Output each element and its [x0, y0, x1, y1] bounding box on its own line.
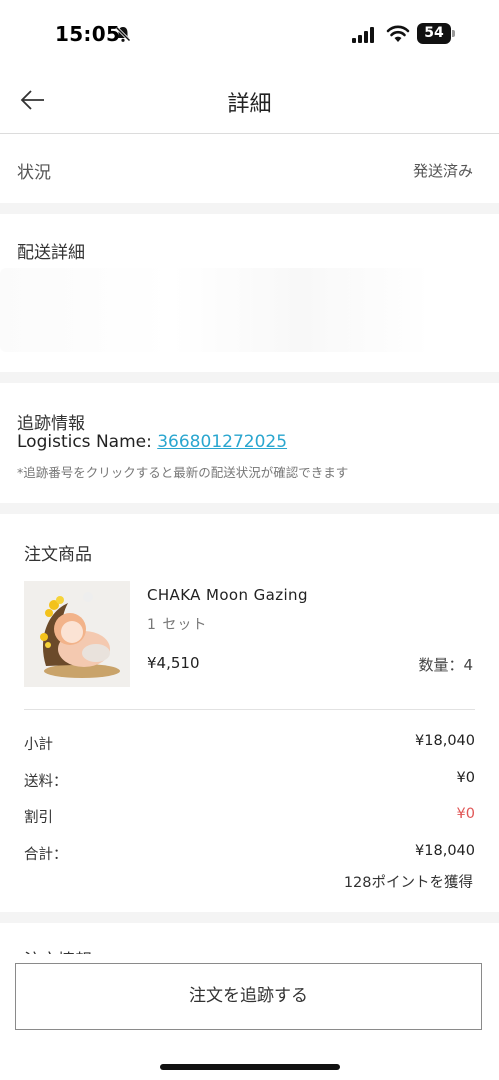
product-price: ¥4,510: [147, 654, 200, 672]
product-quantity: 数量：4: [418, 656, 473, 674]
signal-icon: [352, 27, 374, 43]
shipping-label: 送料：: [24, 774, 68, 790]
logistics-line: Logistics Name: 366801272025: [17, 432, 287, 452]
battery-level: 54: [417, 23, 451, 44]
tracking-note: *追跡番号をクリックすると最新の配送状況が確認できます: [17, 465, 349, 480]
battery-icon: 54: [417, 23, 455, 44]
product-variant: 1 セット: [147, 617, 208, 633]
shipping-row: 送料： ¥0: [24, 770, 475, 792]
total-row: 合計： ¥18,040: [24, 843, 475, 865]
total-label: 合計：: [24, 847, 68, 863]
product-image[interactable]: [24, 581, 130, 687]
section-divider: [0, 372, 499, 383]
tracking-title: 追跡情報: [17, 414, 85, 434]
tracking-number-link[interactable]: 366801272025: [157, 432, 287, 452]
discount-value: ¥0: [456, 806, 475, 822]
shipping-value: ¥0: [456, 770, 475, 786]
nav-bar: 詳細: [0, 66, 499, 134]
redacted-address: [0, 268, 430, 352]
tracking-section: 追跡情報 Logistics Name: 366801272025 *追跡番号を…: [0, 383, 499, 503]
logistics-label: Logistics Name:: [17, 432, 158, 452]
discount-row: 割引 ¥0: [24, 806, 475, 828]
page-title: 詳細: [227, 92, 272, 117]
section-divider: [0, 203, 499, 214]
delivery-details-section: 配送詳細: [0, 214, 499, 372]
order-title: 注文商品: [24, 545, 92, 565]
subtotal-row: 小計 ¥18,040: [24, 733, 475, 755]
product-figure-illustration: [24, 581, 130, 687]
divider: [24, 709, 475, 710]
track-order-button[interactable]: 注文を追跡する: [15, 963, 482, 1030]
status-time: 15:05: [55, 22, 121, 46]
subtotal-label: 小計: [24, 737, 53, 753]
order-info-heading-partial: 注文情報: [24, 938, 124, 954]
product-name[interactable]: CHAKA Moon Gazing: [147, 586, 308, 604]
status-label: 状況: [17, 163, 51, 183]
wifi-icon: [386, 25, 410, 42]
section-divider: [0, 503, 499, 514]
delivery-title: 配送詳細: [17, 243, 85, 263]
order-items-section: 注文商品 CHAKA Moon Gazing 1 セット ¥4,510 数量：4…: [0, 514, 499, 912]
status-value: 発送済み: [412, 162, 473, 180]
home-indicator: [160, 1064, 340, 1070]
points-earned: 128ポイントを獲得: [343, 875, 473, 891]
total-value: ¥18,040: [415, 843, 475, 859]
bell-slash-icon: [115, 26, 131, 42]
order-status-row: 状況 発送済み: [0, 135, 499, 203]
status-bar: 15:05 54: [0, 0, 499, 66]
discount-label: 割引: [24, 810, 53, 826]
subtotal-value: ¥18,040: [415, 733, 475, 749]
section-divider: [0, 912, 499, 923]
